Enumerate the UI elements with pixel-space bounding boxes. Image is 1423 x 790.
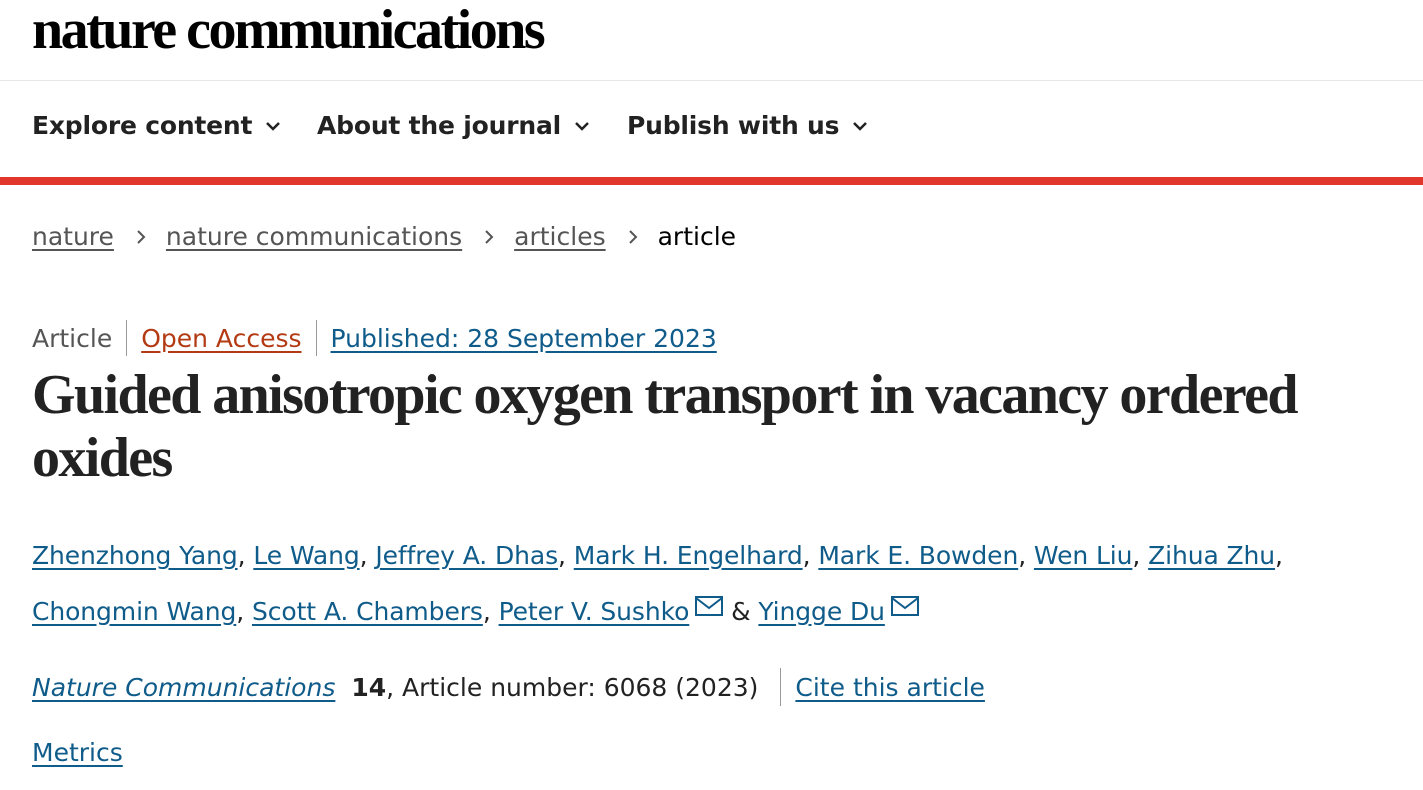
journal-name-link[interactable]: Nature Communications <box>32 673 335 702</box>
accent-bar <box>0 177 1423 185</box>
author-separator: & <box>731 597 751 626</box>
chevron-down-icon <box>853 121 868 131</box>
author-link[interactable]: Mark H. Engelhard <box>574 541 803 570</box>
main-nav: Explore content About the journal Publis… <box>0 81 1423 177</box>
chevron-right-icon <box>628 229 638 244</box>
author-list: Zhenzhong Yang, Le Wang, Jeffrey A. Dhas… <box>32 528 1392 640</box>
author-link[interactable]: Jeffrey A. Dhas <box>375 541 558 570</box>
chevron-down-icon <box>575 121 589 131</box>
published-date-link[interactable]: Published: 28 September 2023 <box>331 324 717 353</box>
nav-label: Explore content <box>32 111 253 140</box>
nav-publish-with-us[interactable]: Publish with us <box>627 111 869 140</box>
chevron-down-icon <box>266 121 281 131</box>
article-type: Article <box>32 323 113 353</box>
article-number: , Article number: 6068 (2023) <box>386 672 759 702</box>
author-separator: , <box>236 597 245 626</box>
author-separator: , <box>558 541 566 570</box>
chevron-right-icon <box>137 229 146 244</box>
author-separator: , <box>1018 541 1027 570</box>
divider <box>126 320 128 356</box>
mail-icon[interactable] <box>695 596 724 616</box>
citation-line: Nature Communications 14 , Article numbe… <box>32 668 985 706</box>
open-access-link[interactable]: Open Access <box>141 324 301 353</box>
breadcrumb-link-nature-communications[interactable]: nature communications <box>166 222 462 251</box>
nav-label: About the journal <box>317 111 561 140</box>
author-link[interactable]: Peter V. Sushko <box>499 597 690 626</box>
breadcrumb: nature nature communications articles ar… <box>32 222 736 251</box>
author-link[interactable]: Yingge Du <box>758 597 885 626</box>
chevron-right-icon <box>485 229 494 244</box>
mail-icon[interactable] <box>890 596 919 616</box>
author-link[interactable]: Zhenzhong Yang <box>32 541 238 570</box>
author-link[interactable]: Le Wang <box>253 541 359 570</box>
author-separator: , <box>359 541 368 570</box>
site-logo[interactable]: nature communications <box>32 0 546 62</box>
author-separator: , <box>237 541 246 570</box>
breadcrumb-link-nature[interactable]: nature <box>32 222 114 251</box>
nav-about-journal[interactable]: About the journal <box>317 111 591 140</box>
breadcrumb-link-articles[interactable]: articles <box>514 222 605 251</box>
article-title: Guided anisotropic oxygen transport in v… <box>32 364 1299 489</box>
divider <box>780 668 782 706</box>
author-separator: , <box>482 597 491 626</box>
masthead: nature communications <box>0 0 1423 81</box>
metrics-link[interactable]: Metrics <box>32 738 123 767</box>
nav-label: Publish with us <box>627 111 840 140</box>
author-separator: , <box>1275 541 1283 570</box>
author-link[interactable]: Mark E. Bowden <box>818 541 1018 570</box>
author-separator: , <box>802 541 811 570</box>
volume-number: 14 <box>351 672 387 702</box>
author-separator: , <box>1132 541 1141 570</box>
author-link[interactable]: Chongmin Wang <box>32 597 236 626</box>
nav-explore-content[interactable]: Explore content <box>32 111 282 140</box>
author-link[interactable]: Wen Liu <box>1034 541 1133 570</box>
author-link[interactable]: Scott A. Chambers <box>252 597 483 626</box>
divider <box>315 320 317 356</box>
cite-article-link[interactable]: Cite this article <box>795 673 985 702</box>
article-meta: Article Open Access Published: 28 Septem… <box>32 320 717 356</box>
author-link[interactable]: Zihua Zhu <box>1148 541 1275 570</box>
breadcrumb-current: article <box>657 222 737 251</box>
